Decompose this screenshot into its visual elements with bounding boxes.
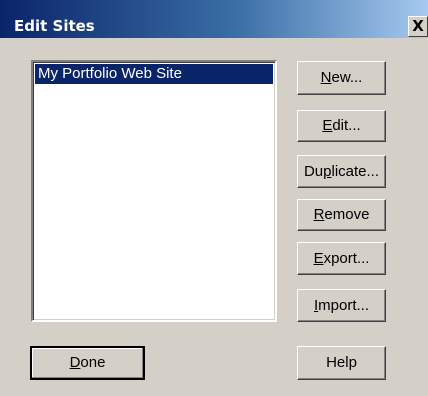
edit-button-label: Edit...: [322, 117, 361, 134]
list-item[interactable]: My Portfolio Web Site: [35, 64, 273, 84]
new-button[interactable]: New...: [297, 61, 386, 95]
duplicate-button-label: Duplicate...: [303, 163, 380, 180]
dialog-title: Edit Sites: [14, 17, 95, 35]
close-icon: X: [412, 17, 424, 35]
import-button-label: Import...: [313, 297, 370, 314]
import-button[interactable]: Import...: [297, 289, 386, 322]
help-button-label: Help: [326, 354, 357, 371]
done-button[interactable]: Done: [30, 346, 145, 380]
help-button[interactable]: Help: [297, 346, 386, 380]
remove-button[interactable]: Remove: [297, 199, 386, 231]
duplicate-button[interactable]: Duplicate...: [297, 155, 386, 188]
new-button-label: New...: [320, 69, 363, 86]
title-bar[interactable]: Edit Sites X: [0, 0, 428, 38]
export-button[interactable]: Export...: [297, 242, 386, 275]
sites-listbox[interactable]: My Portfolio Web Site: [31, 60, 277, 322]
edit-sites-dialog: Edit Sites X My Portfolio Web Site New..…: [0, 0, 428, 396]
remove-button-label: Remove: [313, 206, 370, 223]
done-button-label: Done: [69, 354, 106, 371]
close-button[interactable]: X: [408, 16, 428, 37]
edit-button[interactable]: Edit...: [297, 110, 386, 142]
export-button-label: Export...: [313, 250, 370, 267]
